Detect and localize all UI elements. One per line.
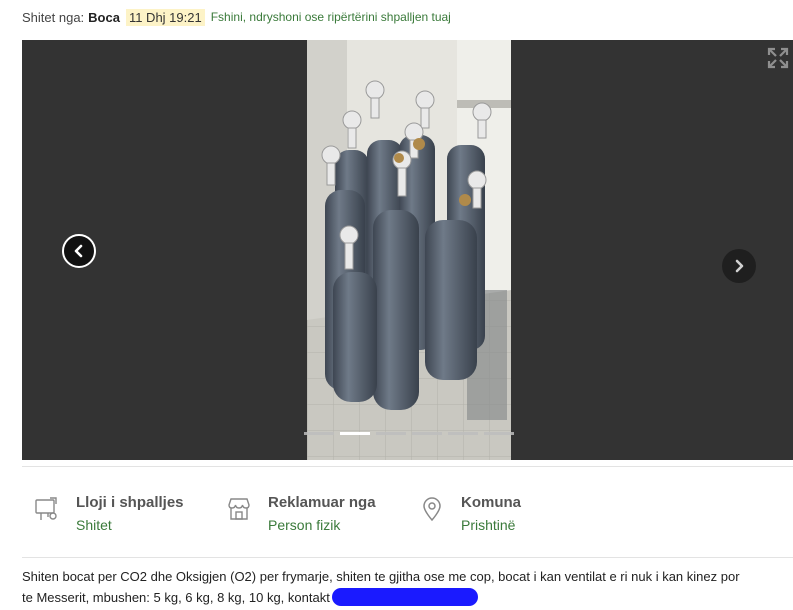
slide-indicator-dot[interactable] bbox=[448, 432, 478, 435]
listing-type-value: Shitet bbox=[76, 517, 112, 533]
edit-ad-link[interactable]: Fshini, ndryshoni ose ripërtërini shpall… bbox=[211, 10, 451, 24]
slide-indicator-dot[interactable] bbox=[412, 432, 442, 435]
fullscreen-expand-icon[interactable] bbox=[766, 46, 790, 70]
description-line-2-text: te Messerit, mbushen: 5 kg, 6 kg, 8 kg, … bbox=[22, 590, 330, 605]
chevron-left-icon bbox=[74, 244, 83, 258]
listing-type-icon bbox=[35, 497, 57, 520]
gallery-photo[interactable] bbox=[307, 40, 511, 460]
ad-description: Shiten bocat per CO2 dhe Oksigjen (O2) p… bbox=[22, 566, 793, 608]
slide-indicator-dot[interactable] bbox=[484, 432, 514, 435]
info-listing-type: Lloji i shpalljes Shitet bbox=[34, 494, 184, 534]
slide-indicator-dot[interactable] bbox=[376, 432, 406, 435]
photo-gallery bbox=[22, 40, 793, 460]
ad-header: Shitet nga: Boca 11 Dhj 19:21 Fshini, nd… bbox=[22, 7, 451, 27]
chevron-right-icon bbox=[735, 259, 744, 273]
municipality-value[interactable]: Prishtinë bbox=[461, 517, 521, 534]
post-date: 11 Dhj 19:21 bbox=[125, 8, 205, 26]
info-advertised-by: Reklamuar nga Person fizik bbox=[226, 494, 376, 534]
divider bbox=[22, 557, 793, 558]
redacted-contact bbox=[331, 587, 478, 606]
slide-indicator-dot[interactable] bbox=[340, 432, 370, 435]
advertised-by-value: Person fizik bbox=[268, 517, 341, 533]
description-line-1: Shiten bocat per CO2 dhe Oksigjen (O2) p… bbox=[22, 569, 740, 584]
shop-icon bbox=[228, 498, 250, 520]
advertised-by-label: Reklamuar nga bbox=[268, 494, 376, 511]
location-pin-icon bbox=[423, 497, 441, 522]
slide-indicators bbox=[304, 432, 514, 435]
listing-type-label: Lloji i shpalljes bbox=[76, 494, 184, 511]
municipality-label: Komuna bbox=[461, 494, 521, 511]
description-line-2: te Messerit, mbushen: 5 kg, 6 kg, 8 kg, … bbox=[22, 587, 793, 608]
next-photo-button[interactable] bbox=[722, 249, 756, 283]
slide-indicator-dot[interactable] bbox=[304, 432, 334, 435]
gas-cylinders-photo bbox=[307, 40, 511, 460]
seller-name[interactable]: Boca bbox=[88, 10, 120, 25]
divider bbox=[22, 466, 793, 467]
seller-label: Shitet nga: bbox=[22, 9, 85, 25]
previous-photo-button[interactable] bbox=[62, 234, 96, 268]
info-municipality: Komuna Prishtinë bbox=[419, 494, 521, 534]
